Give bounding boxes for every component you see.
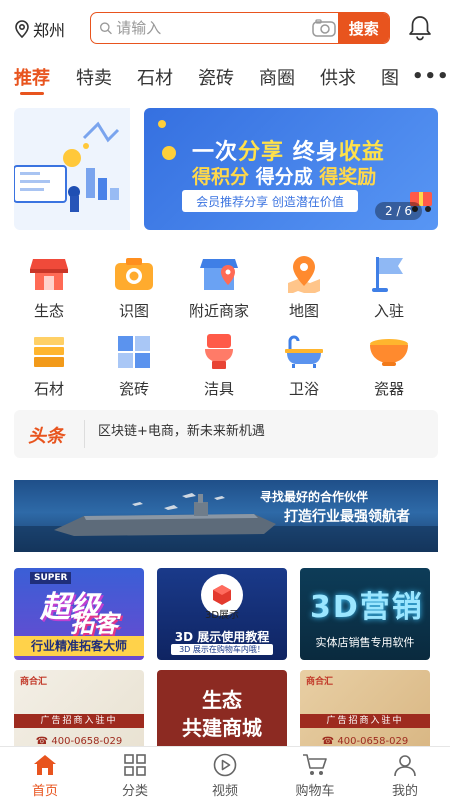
- nav-category[interactable]: 分类: [90, 753, 180, 799]
- grid-item-stone[interactable]: 石材: [4, 332, 94, 399]
- nav-home[interactable]: 首页: [0, 753, 90, 799]
- tab-stone[interactable]: 石材: [137, 64, 173, 90]
- category-tabs: 推荐 特卖 石材 瓷砖 商圈 供求 图 •••: [0, 60, 450, 96]
- cart-icon: [303, 754, 327, 775]
- user-icon: [394, 755, 416, 777]
- cube-icon: [213, 585, 231, 605]
- promo-banner[interactable]: 一次分享 终身收益 得积分 得分成 得奖励 会员推荐分享 创造潜在价值 2 / …: [14, 108, 438, 230]
- tab-business-circle[interactable]: 商圈: [259, 64, 295, 90]
- news-text: 区块链+电商，新未来新机遇: [98, 424, 265, 439]
- grid-item-ecology[interactable]: 生态: [4, 254, 94, 321]
- location-label: 郑州: [33, 21, 66, 40]
- grid-item-nearby-merchants[interactable]: 附近商家: [174, 254, 264, 321]
- card-brand: 商合汇: [306, 677, 334, 687]
- tab-recommend[interactable]: 推荐: [14, 64, 50, 90]
- card-3d-tag: 3D展示: [204, 610, 240, 621]
- card-title-1: 生态: [202, 688, 242, 712]
- bottom-navigation: 首页 分类 视频 购物车 我的: [0, 746, 450, 800]
- flag-icon: [372, 257, 403, 292]
- card-bottom-text: 行业精准拓客大师: [14, 636, 144, 656]
- tile-icon: [118, 336, 150, 368]
- nearby-store-icon: [200, 259, 238, 290]
- card-brand: 商合汇: [20, 677, 48, 687]
- banner-pager: 2 / 6: [375, 202, 422, 220]
- camera-search-button[interactable]: [310, 13, 338, 43]
- ad-line2: 打造行业最强领航者: [284, 509, 410, 525]
- card-title-2: 拓客: [70, 610, 118, 638]
- tab-more-partial[interactable]: 图: [381, 64, 399, 90]
- card-strip: 广告招商入驻中: [300, 714, 430, 728]
- stone-icon: [34, 337, 64, 367]
- grid-item-porcelain[interactable]: 瓷器: [344, 332, 434, 399]
- camera-icon: [312, 19, 337, 37]
- card-eco-mall[interactable]: 生态 共建商城: [157, 670, 287, 750]
- bell-icon[interactable]: [408, 15, 432, 41]
- more-tabs-icon[interactable]: •••: [412, 66, 450, 87]
- card-super-acquisition[interactable]: SUPER 超级 拓客 行业精准拓客大师: [14, 568, 144, 660]
- shop-icon: [30, 259, 68, 290]
- nav-profile[interactable]: 我的: [360, 753, 450, 799]
- home-icon: [34, 755, 56, 775]
- search-icon: [99, 22, 112, 35]
- card-strip: 广告招商入驻中: [14, 714, 144, 728]
- search-button[interactable]: 搜索: [338, 13, 389, 43]
- banner-current-slide: 一次分享 终身收益 得积分 得分成 得奖励 会员推荐分享 创造潜在价值 2 / …: [144, 108, 438, 230]
- map-pin-icon: [288, 256, 320, 293]
- grid-item-sanitary-ware[interactable]: 洁具: [174, 332, 264, 399]
- card-ad-recruitment-2[interactable]: 商合汇 广告招商入驻中 ☎ 400-0658-029: [300, 670, 430, 750]
- card-3d-marketing[interactable]: 3D营销 实体店销售专用软件: [300, 568, 430, 660]
- news-title: 头条: [28, 426, 64, 447]
- card-bottom-text: 3D 展示在购物车内哦！: [171, 644, 273, 655]
- location-pin-icon: [15, 20, 29, 38]
- play-icon: [213, 753, 237, 777]
- grid-item-bathroom[interactable]: 卫浴: [259, 332, 349, 399]
- card-title: 3D营销: [310, 590, 424, 625]
- banner-prev-slide: [14, 108, 130, 230]
- search-bar: 搜索: [90, 12, 390, 44]
- nav-cart[interactable]: 购物车: [270, 753, 360, 799]
- active-tab-indicator: [20, 92, 44, 95]
- nav-video[interactable]: 视频: [180, 753, 270, 799]
- divider: [84, 420, 85, 448]
- analytics-illustration: [14, 121, 120, 212]
- bathtub-icon: [285, 335, 323, 368]
- location-selector[interactable]: 郑州: [14, 17, 65, 41]
- card-3d-tutorial[interactable]: 3D展示 3D 展示使用教程 3D 展示在购物车内哦！: [157, 568, 287, 660]
- tab-supply-demand[interactable]: 供求: [320, 64, 356, 90]
- banner-subheadline: 得积分 得分成 得奖励: [192, 166, 377, 188]
- ad-line1: 寻找最好的合作伙伴: [260, 490, 369, 504]
- grid-item-tile[interactable]: 瓷砖: [89, 332, 179, 399]
- grid-item-join[interactable]: 入驻: [344, 254, 434, 321]
- grid-item-map[interactable]: 地图: [259, 254, 349, 321]
- bowl-icon: [370, 339, 408, 366]
- headline-news-bar[interactable]: 头条 区块链+电商，新未来新机遇: [14, 410, 438, 458]
- grid-icon: [124, 754, 146, 776]
- search-input[interactable]: [116, 13, 311, 43]
- banner-gap: [130, 108, 144, 230]
- card-title-2: 共建商城: [182, 716, 262, 740]
- banner-tagline: 会员推荐分享 创造潜在价值: [182, 190, 358, 212]
- header: 郑州 搜索: [0, 0, 450, 56]
- coin-decoration: [162, 146, 176, 160]
- camera-icon: [115, 258, 153, 290]
- card-bottom-text: 实体店销售专用软件: [315, 636, 415, 649]
- card-title: 3D 展示使用教程: [174, 630, 270, 644]
- tab-tile[interactable]: 瓷砖: [198, 64, 234, 90]
- toilet-icon: [205, 334, 233, 369]
- tab-sale[interactable]: 特卖: [76, 64, 112, 90]
- coin-decoration: [158, 120, 166, 128]
- grid-item-image-recognition[interactable]: 识图: [89, 254, 179, 321]
- partner-ad-banner[interactable]: 寻找最好的合作伙伴 打造行业最强领航者: [14, 480, 438, 552]
- card-ad-recruitment-1[interactable]: 商合汇 广告招商入驻中 ☎ 400-0658-029: [14, 670, 144, 750]
